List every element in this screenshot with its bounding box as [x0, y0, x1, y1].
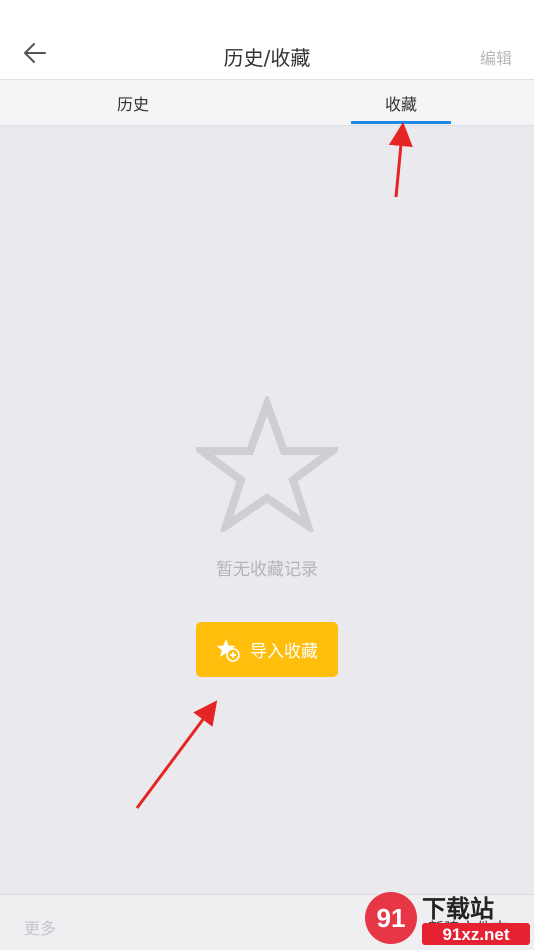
svg-text:下载站: 下载站 [422, 895, 494, 923]
star-plus-icon [216, 638, 240, 662]
edit-button[interactable]: 编辑 [480, 45, 512, 69]
import-favorites-button[interactable]: 导入收藏 [196, 622, 338, 677]
star-outline-icon [196, 396, 338, 532]
site-watermark-logo: 91 下载站 91xz.net [365, 892, 530, 945]
empty-state: 暂无收藏记录 [0, 126, 534, 894]
svg-text:91: 91 [377, 903, 406, 933]
svg-text:91xz.net: 91xz.net [442, 925, 509, 944]
page-title: 历史/收藏 [223, 46, 311, 70]
tab-history[interactable]: 历史 [83, 80, 183, 126]
more-button[interactable]: 更多 [24, 915, 56, 939]
top-bar: 历史/收藏 编辑 [0, 0, 534, 80]
tab-bar: 历史 收藏 [0, 80, 534, 126]
active-tab-indicator [351, 121, 451, 124]
empty-state-text: 暂无收藏记录 [216, 560, 318, 580]
tab-favorites[interactable]: 收藏 [351, 80, 451, 126]
import-button-label: 导入收藏 [250, 642, 318, 662]
